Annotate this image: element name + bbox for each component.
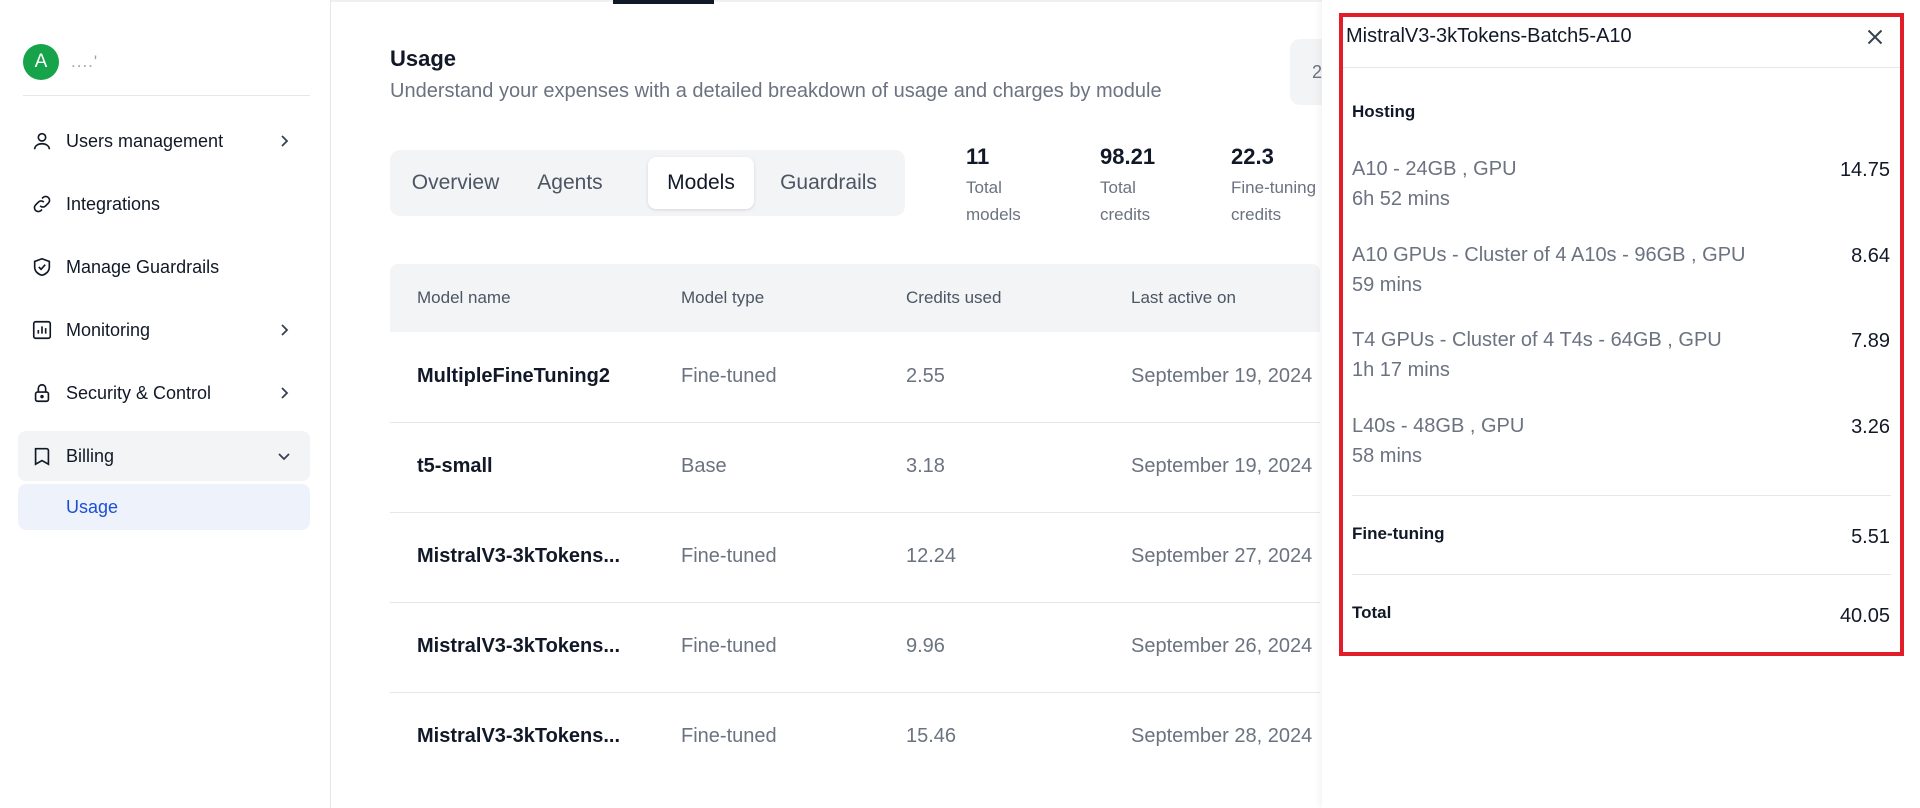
hosting-item-name: A10 - 24GB , GPU [1352, 158, 1517, 180]
hosting-item-duration: 6h 52 mins [1352, 188, 1450, 210]
hosting-item-value: 8.64 [1851, 245, 1890, 267]
table-row[interactable]: MultipleFineTuning2 Fine-tuned 2.55 Sept… [390, 332, 1320, 423]
total-value: 40.05 [1839, 605, 1890, 627]
cell-model-name: t5-small [417, 455, 493, 477]
stat-label: Fine-tuning credits [1231, 178, 1317, 224]
stat-value: 11 [966, 144, 990, 169]
sidebar-subitem-label: Usage [66, 496, 119, 517]
chevron-right-icon [274, 131, 294, 151]
sidebar-item-label: Billing [66, 445, 115, 466]
cell-credits: 2.55 [906, 365, 945, 387]
hosting-item-duration: 58 mins [1352, 445, 1423, 467]
drawer-divider [1343, 67, 1900, 68]
total-label: Total [1352, 603, 1392, 622]
user-icon [30, 129, 54, 153]
table-row[interactable]: t5-small Base 3.18 September 19, 2024 [390, 422, 1320, 513]
drawer-divider [1352, 495, 1891, 496]
table-row[interactable]: MistralV3-3kTokens... Fine-tuned 9.96 Se… [390, 602, 1320, 693]
cell-model-type: Base [681, 455, 727, 477]
stat-finetuning-credits: 22.3 Fine-tuning credits [1231, 144, 1321, 228]
hosting-item-name: A10 GPUs - Cluster of 4 A10s - 96GB , GP… [1352, 244, 1746, 266]
stat-value: 98.21 [1100, 144, 1156, 169]
finetuning-value: 5.51 [1851, 526, 1890, 548]
cell-model-name: MistralV3-3kTokens... [417, 635, 621, 657]
link-icon [30, 192, 54, 216]
page-title: Usage [390, 46, 457, 71]
sidebar-item-label: Monitoring [66, 319, 151, 340]
sidebar-item-users-management[interactable]: Users management [18, 116, 310, 166]
sidebar: A ....' Users management Integrations Ma… [0, 0, 331, 808]
cell-last-active: September 19, 2024 [1131, 455, 1313, 477]
date-range-label: 2 [1312, 61, 1323, 82]
table-row[interactable]: MistralV3-3kTokens... Fine-tuned 15.46 S… [390, 692, 1320, 782]
drawer-divider [1352, 574, 1891, 575]
sidebar-item-label: Users management [66, 130, 224, 151]
cell-model-type: Fine-tuned [681, 365, 777, 387]
chevron-down-icon [274, 446, 294, 466]
tab-bar: Overview Agents Models Guardrails [390, 150, 905, 216]
cell-credits: 3.18 [906, 455, 945, 477]
cell-credits: 15.46 [906, 725, 957, 747]
hosting-section-label: Hosting [1352, 102, 1416, 121]
page-subtitle: Understand your expenses with a detailed… [390, 80, 1162, 102]
column-header-model-name[interactable]: Model name [417, 288, 511, 308]
column-header-last-active[interactable]: Last active on [1131, 288, 1236, 308]
column-header-model-type[interactable]: Model type [681, 288, 764, 308]
table-header: Model name Model type Credits used Last … [390, 264, 1320, 332]
hosting-item-value: 7.89 [1851, 330, 1890, 352]
table-row[interactable]: MistralV3-3kTokens... Fine-tuned 12.24 S… [390, 512, 1320, 603]
finetuning-label: Fine-tuning [1352, 524, 1445, 543]
cell-credits: 12.24 [906, 545, 957, 567]
column-header-credits-used[interactable]: Credits used [906, 288, 1001, 308]
book-icon [30, 444, 54, 468]
stat-value: 22.3 [1231, 144, 1274, 169]
top-active-indicator [613, 0, 714, 4]
user-name: ....' [71, 52, 99, 71]
cell-model-name: MistralV3-3kTokens... [417, 545, 621, 567]
stat-total-credits: 98.21 Total credits [1100, 144, 1170, 228]
sidebar-item-security-control[interactable]: Security & Control [18, 368, 310, 418]
cell-last-active: September 27, 2024 [1131, 545, 1313, 567]
tab-guardrails[interactable]: Guardrails [760, 157, 897, 209]
sidebar-divider [23, 95, 310, 96]
sidebar-item-label: Security & Control [66, 382, 212, 403]
hosting-item-name: L40s - 48GB , GPU [1352, 415, 1525, 437]
sidebar-item-manage-guardrails[interactable]: Manage Guardrails [18, 242, 310, 292]
tab-overview[interactable]: Overview [397, 157, 514, 209]
user-profile[interactable]: A ....' [23, 44, 98, 80]
cell-model-type: Fine-tuned [681, 725, 777, 747]
sidebar-item-label: Manage Guardrails [66, 256, 220, 277]
sidebar-item-billing[interactable]: Billing [18, 431, 310, 481]
cell-last-active: September 19, 2024 [1131, 365, 1313, 387]
stat-label: Total models [966, 178, 1021, 224]
hosting-item-value: 3.26 [1851, 416, 1890, 438]
tab-agents[interactable]: Agents [518, 157, 622, 209]
cell-model-type: Fine-tuned [681, 635, 777, 657]
sidebar-item-monitoring[interactable]: Monitoring [18, 305, 310, 355]
tab-models[interactable]: Models [648, 157, 754, 209]
cell-last-active: September 28, 2024 [1131, 725, 1313, 747]
sidebar-item-label: Integrations [66, 193, 161, 214]
chevron-right-icon [274, 383, 294, 403]
chevron-right-icon [274, 320, 294, 340]
drawer-title: MistralV3-3kTokens-Batch5-A10 [1346, 25, 1632, 47]
hosting-item-name: T4 GPUs - Cluster of 4 T4s - 64GB , GPU [1352, 329, 1722, 351]
hosting-item-duration: 1h 17 mins [1352, 359, 1450, 381]
sidebar-subitem-usage[interactable]: Usage [18, 484, 310, 530]
avatar[interactable]: A [23, 44, 59, 80]
hosting-item-value: 14.75 [1839, 159, 1890, 181]
sidebar-item-integrations[interactable]: Integrations [18, 179, 310, 229]
cell-credits: 9.96 [906, 635, 945, 657]
cell-model-name: MultipleFineTuning2 [417, 365, 610, 387]
stat-total-models: 11 Total models [966, 144, 1036, 228]
bar-chart-icon [30, 318, 54, 342]
close-icon[interactable] [1862, 24, 1888, 50]
cell-model-type: Fine-tuned [681, 545, 777, 567]
cell-last-active: September 26, 2024 [1131, 635, 1313, 657]
hosting-item-duration: 59 mins [1352, 274, 1423, 296]
shield-check-icon [30, 255, 54, 279]
lock-icon [30, 381, 54, 405]
stat-label: Total credits [1100, 178, 1151, 224]
cell-model-name: MistralV3-3kTokens... [417, 725, 621, 747]
